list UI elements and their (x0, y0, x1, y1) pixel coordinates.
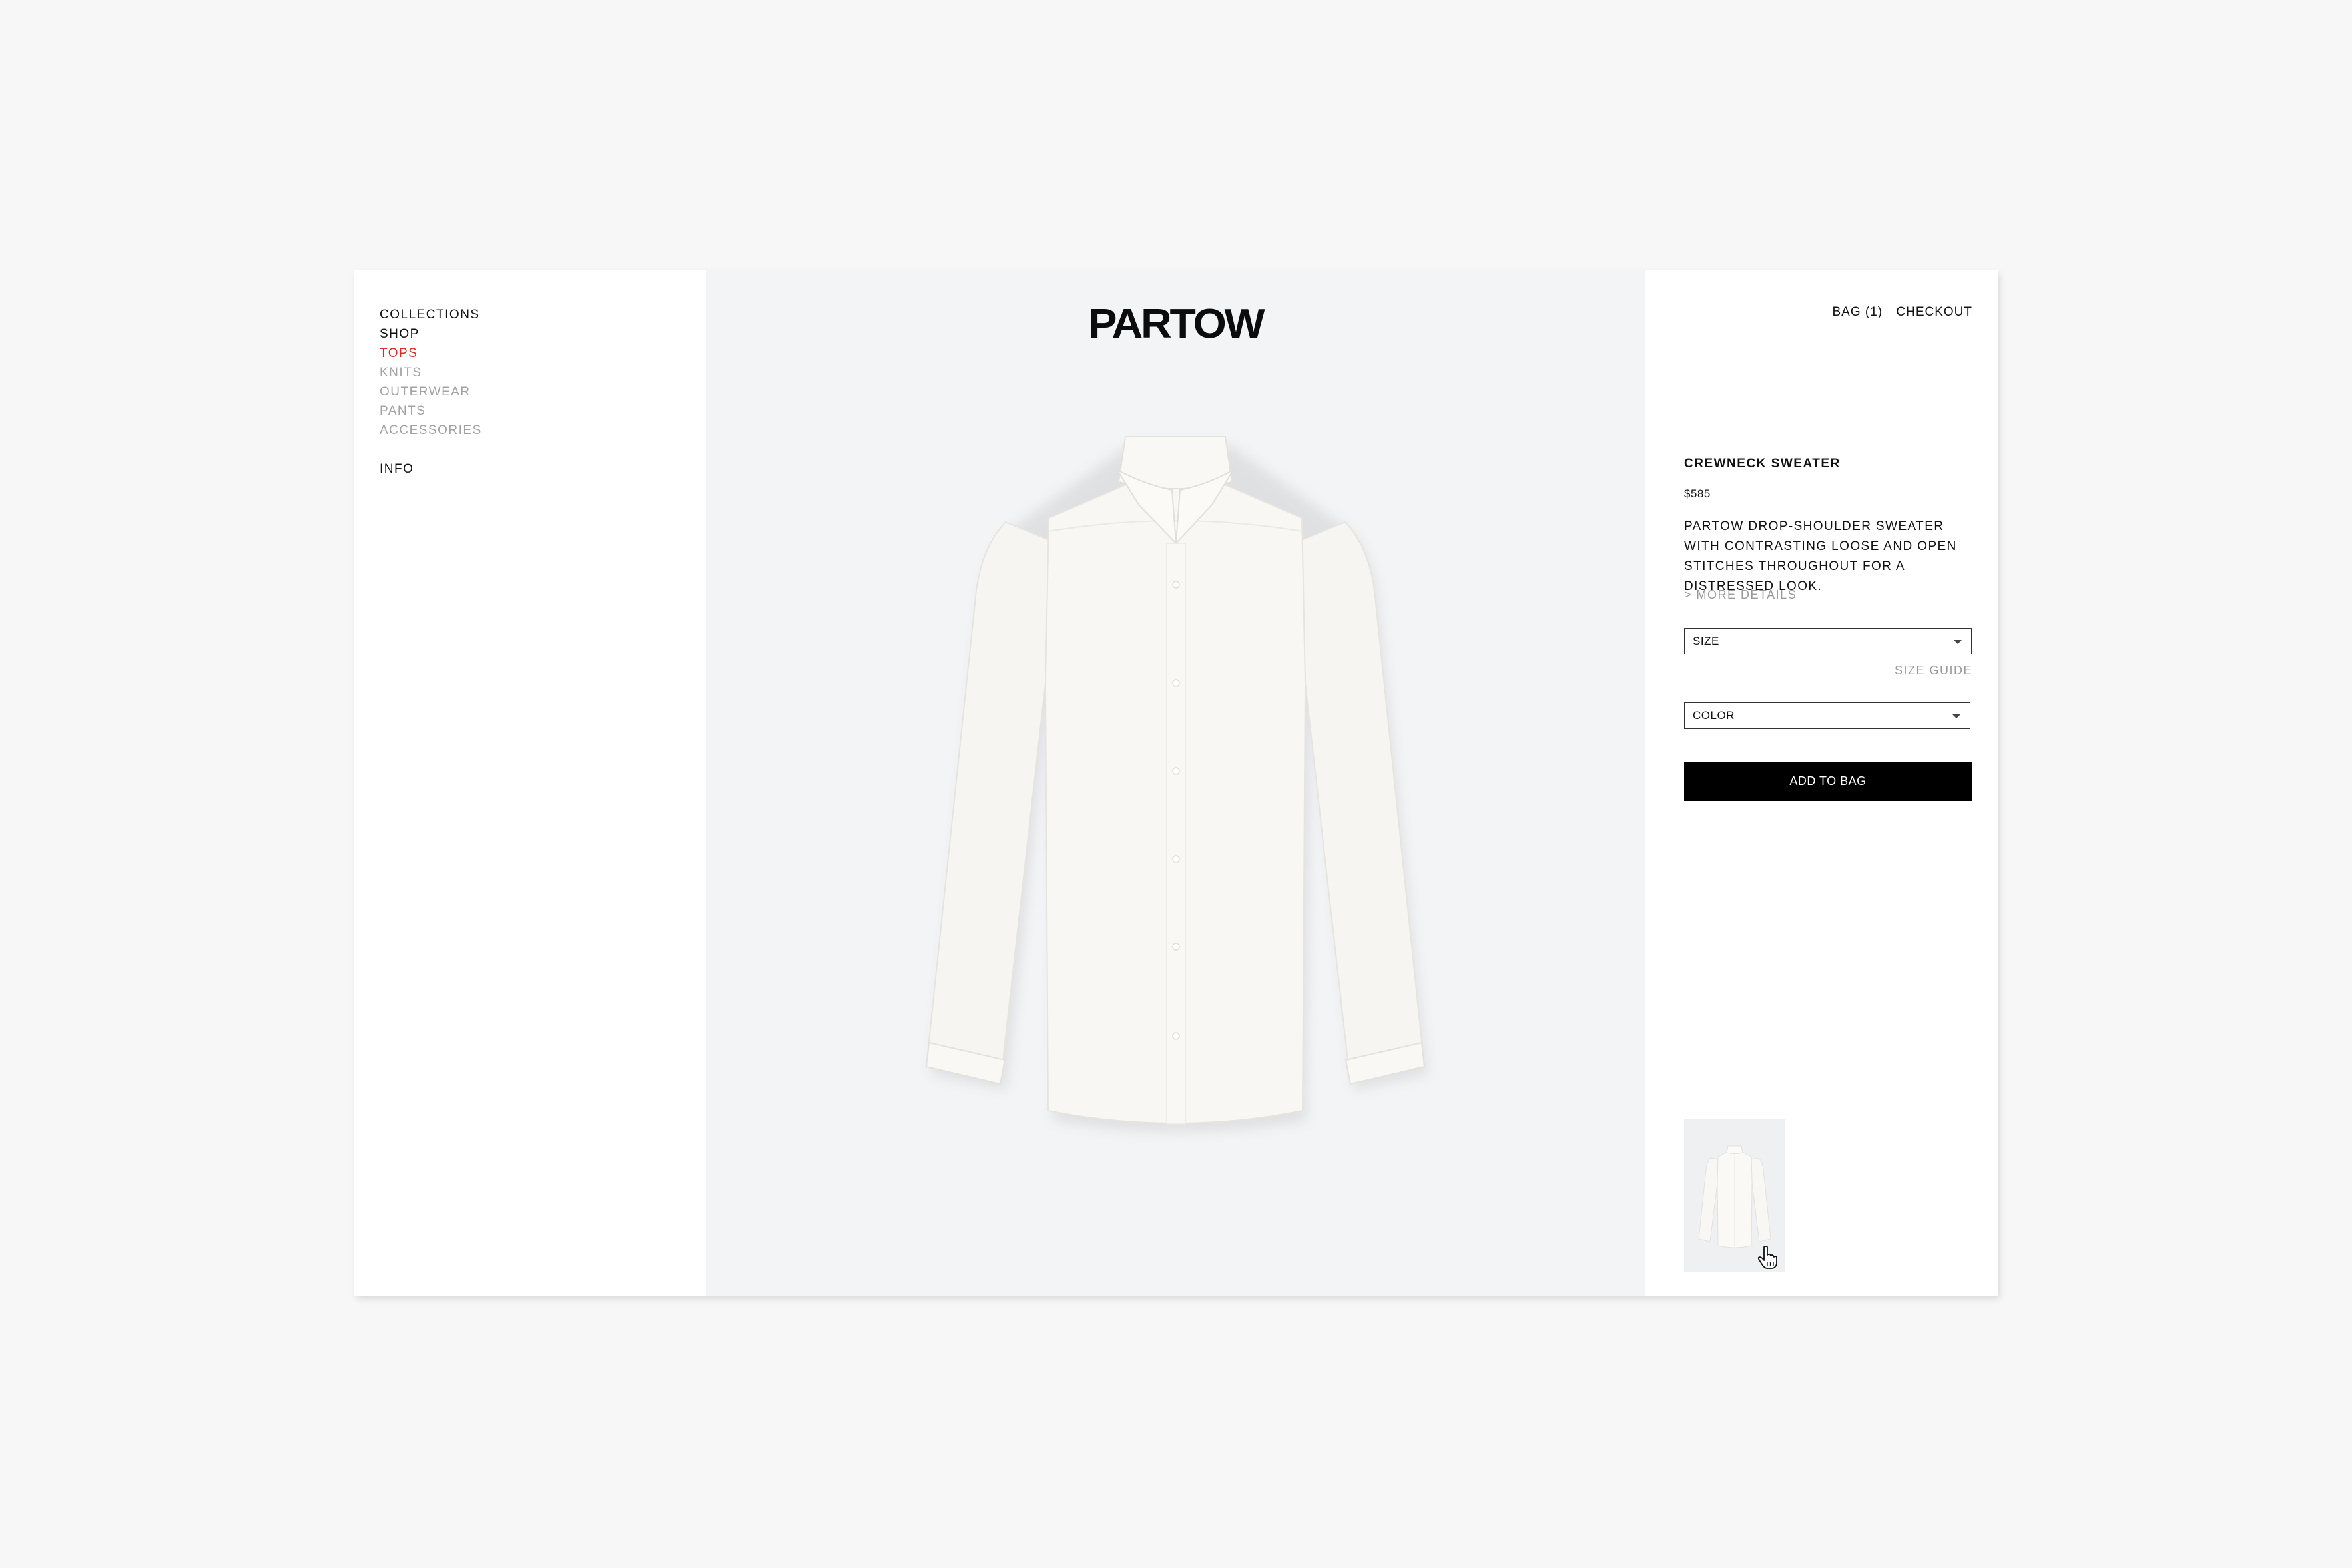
product-page: COLLECTIONS SHOP TOPS KNITS OUTERWEAR PA… (354, 270, 1998, 1296)
product-title: CREWNECK SWEATER (1684, 457, 1841, 471)
add-to-bag-button[interactable]: ADD TO BAG (1684, 762, 1972, 801)
more-details-link[interactable]: > MORE DETAILS (1684, 588, 1797, 602)
sidebar-nav: COLLECTIONS SHOP TOPS KNITS OUTERWEAR PA… (354, 270, 706, 1296)
caret-down-icon (1952, 714, 1960, 718)
nav-item-outerwear[interactable]: OUTERWEAR (380, 382, 706, 401)
product-image-stage: PARTOW (706, 270, 1645, 1296)
product-image-shirt (925, 436, 1428, 1133)
product-detail-panel: BAG (1) CHECKOUT CREWNECK SWEATER $585 P… (1645, 270, 1998, 1296)
nav-collections[interactable]: COLLECTIONS (380, 305, 706, 324)
nav-item-pants[interactable]: PANTS (380, 401, 706, 421)
hand-pointer-icon (1758, 1246, 1777, 1269)
checkout-link[interactable]: CHECKOUT (1896, 305, 1972, 319)
nav-item-tops[interactable]: TOPS (380, 344, 706, 363)
nav-item-accessories[interactable]: ACCESSORIES (380, 421, 706, 440)
product-price: $585 (1684, 487, 1711, 500)
color-select-label: COLOR (1693, 709, 1735, 722)
size-select-label: SIZE (1693, 635, 1719, 647)
nav-item-knits[interactable]: KNITS (380, 363, 706, 382)
nav-info[interactable]: INFO (380, 459, 706, 479)
caret-down-icon (1954, 640, 1962, 644)
bag-link[interactable]: BAG (1) (1832, 305, 1883, 319)
color-select[interactable]: COLOR (1684, 702, 1970, 729)
product-description: PARTOW DROP-SHOULDER SWEATER WITH CONTRA… (1684, 519, 1957, 593)
size-select[interactable]: SIZE (1684, 628, 1972, 654)
nav-shop[interactable]: SHOP (380, 324, 706, 344)
header-actions: BAG (1) CHECKOUT (1823, 305, 1972, 320)
size-guide-link[interactable]: SIZE GUIDE (1895, 664, 1972, 678)
